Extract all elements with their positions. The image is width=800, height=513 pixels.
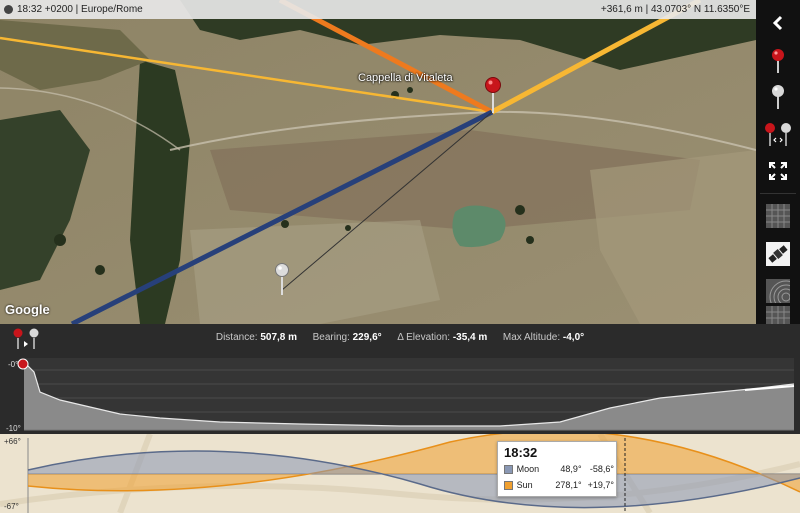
terrain-layer-button[interactable]: [756, 274, 800, 308]
sun-swatch: [504, 480, 513, 490]
status-bar: 18:32 +0200 | Europe/Rome +361,6 m | 43.…: [0, 0, 756, 19]
extra-layer-button[interactable]: [756, 306, 800, 324]
grid-layer-button[interactable]: [756, 199, 800, 233]
place-label: Cappella di Vitaleta: [358, 72, 453, 84]
distance-value: 507,8 m: [260, 332, 298, 343]
max-altitude-value: -4,0°: [562, 332, 585, 343]
ephemeris-tooltip: 18:32 Moon 48,9° -58,6° Sun 278,1° +19,7…: [497, 441, 617, 497]
altitude-curves: [0, 434, 800, 513]
clock-icon: [4, 5, 13, 14]
sun-altitude: +19,7°: [587, 480, 614, 490]
sun-moon-altitude-chart: +66° -67°: [0, 434, 800, 513]
grey-pin-icon: [772, 85, 784, 109]
sidebar-divider: [760, 193, 796, 194]
moon-azimuth: 48,9°: [560, 464, 582, 474]
satellite-icon: [766, 242, 790, 266]
pin-pair-button[interactable]: [756, 118, 800, 152]
pin-pair-icon: [765, 123, 791, 146]
measurement-stats: Distance: 507,8 m Bearing: 229,6° Δ Elev…: [0, 332, 800, 343]
secondary-pin-button[interactable]: [756, 80, 800, 114]
chevron-left-icon: [772, 15, 783, 31]
bearing-label: Bearing:: [312, 332, 350, 343]
elevation-label: Δ Elevation:: [397, 332, 451, 343]
grid-icon: [766, 204, 790, 228]
tooltip-time: 18:32: [504, 445, 538, 460]
profile-y-bottom-label: -10°: [6, 424, 21, 433]
sidebar: [756, 0, 800, 324]
sun-label: Sun: [516, 480, 533, 490]
collapse-button[interactable]: [756, 6, 800, 40]
secondary-pin-marker[interactable]: [274, 262, 290, 296]
google-logo: Google: [5, 302, 50, 317]
terrain-icon: [766, 279, 790, 303]
bearing-value: 229,6°: [352, 332, 382, 343]
fullscreen-button[interactable]: [756, 154, 800, 188]
grid-icon: [766, 306, 790, 324]
expand-icon: [769, 162, 787, 180]
ephem-y-top-label: +66°: [4, 437, 21, 446]
max-altitude-label: Max Altitude:: [502, 332, 561, 343]
moon-altitude: -58,6°: [589, 464, 614, 474]
red-pin-icon: [772, 49, 784, 73]
distance-label: Distance:: [215, 332, 258, 343]
coordinates-text: +361,6 m | 43.0703° N 11.6350°E: [600, 4, 750, 15]
elevation-value: -35,4 m: [452, 332, 488, 343]
elevation-profile-chart: [23, 358, 795, 431]
moon-row: Moon 48,9° -58,6°: [504, 463, 614, 475]
satellite-layer-button[interactable]: [756, 237, 800, 271]
elevation-profile-panel: Distance: 507,8 m Bearing: 229,6° Δ Elev…: [0, 324, 800, 434]
map-imagery: [0, 0, 756, 324]
moon-swatch: [504, 464, 513, 474]
sun-row: Sun 278,1° +19,7°: [504, 479, 614, 491]
profile-start-pin: [17, 358, 29, 370]
moon-label: Moon: [516, 464, 540, 474]
profile-y-top-label: -0°: [8, 360, 19, 369]
primary-pin-button[interactable]: [756, 44, 800, 78]
primary-pin-marker[interactable]: [484, 76, 502, 114]
sun-azimuth: 278,1°: [555, 480, 582, 490]
ephem-y-bottom-label: -67°: [4, 502, 19, 511]
time-zone-text: 18:32 +0200 | Europe/Rome: [17, 4, 143, 15]
satellite-map[interactable]: Cappella di Vitaleta Google: [0, 0, 756, 324]
